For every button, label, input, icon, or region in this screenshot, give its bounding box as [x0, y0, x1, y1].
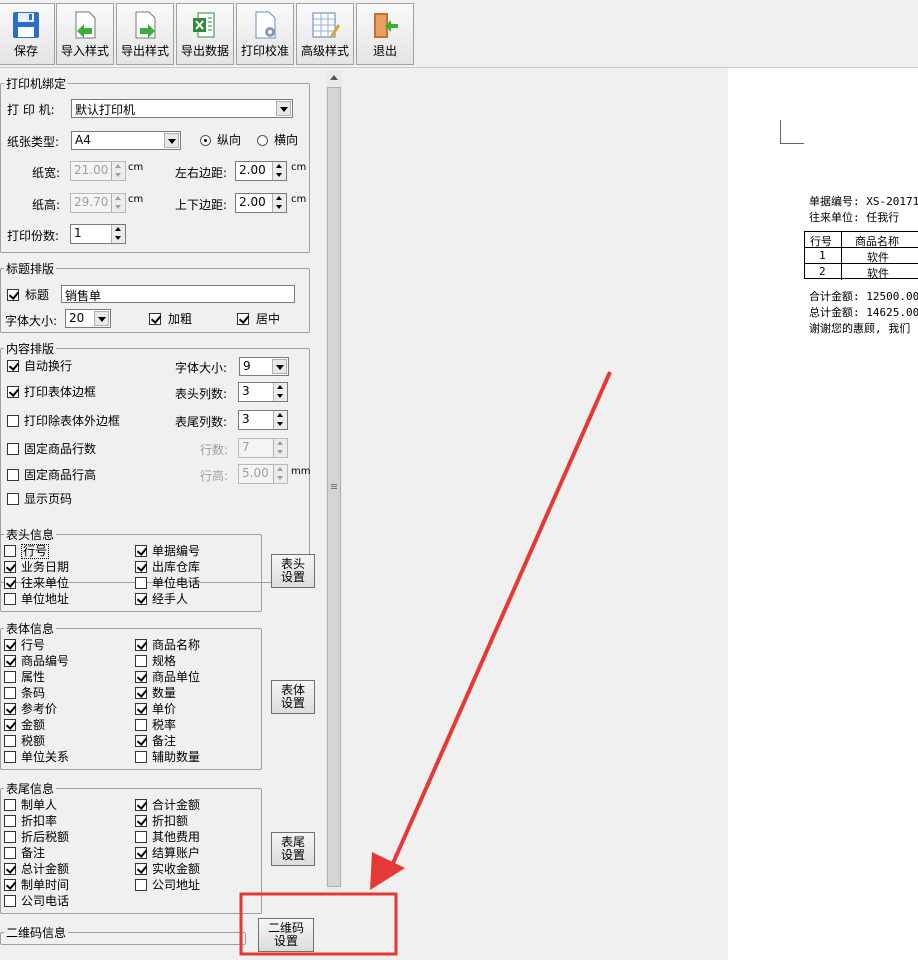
- annotation-arrow-line: [388, 371, 612, 871]
- annotation-overlay: [239, 371, 612, 956]
- annotation-highlight-box: [239, 892, 398, 956]
- annotation-arrow-head: [370, 852, 405, 890]
